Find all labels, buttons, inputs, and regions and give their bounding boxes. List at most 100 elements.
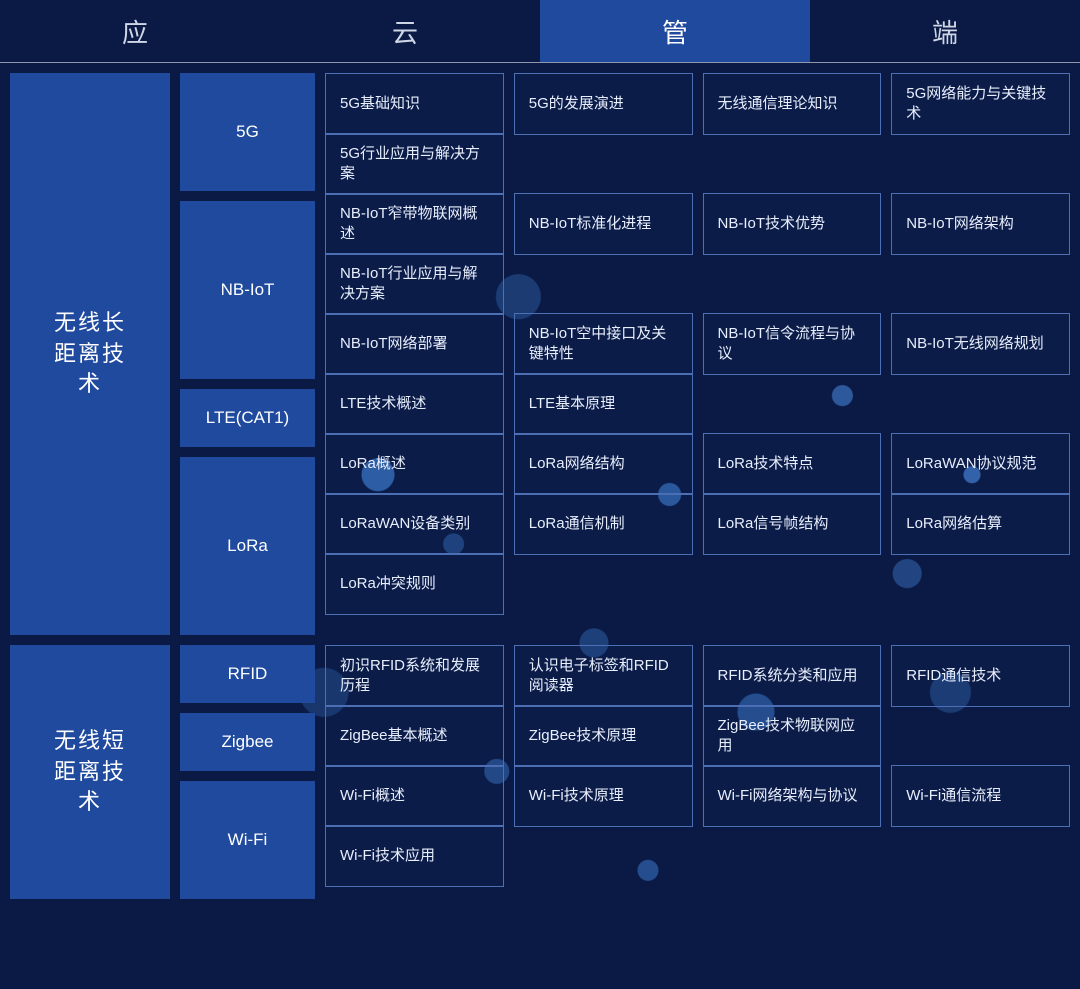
topic-item[interactable]: LoRa网络结构 <box>514 433 693 495</box>
tab-label: 应 <box>94 13 176 50</box>
topics-column: 5G基础知识 5G的发展演进 无线通信理论知识 5G网络能力与关键技术 5G行业应用与解… <box>325 73 1070 635</box>
topic-item[interactable]: NB-IoT网络部署 <box>325 313 504 375</box>
topic-item[interactable]: ZigBee基本概述 <box>325 705 504 767</box>
topic-item[interactable]: RFID系统分类和应用 <box>703 645 882 707</box>
subcategory-Wi-Fi[interactable]: Wi-Fi <box>180 781 315 899</box>
topic-label: LoRa信号帧结构 <box>718 514 829 534</box>
topic-label: Wi-Fi网络架构与协议 <box>718 786 858 806</box>
topic-item[interactable]: ZigBee技术物联网应用 <box>703 705 882 767</box>
topic-label: LoRa网络估算 <box>906 514 1002 534</box>
topic-item[interactable]: LoRaWAN协议规范 <box>891 433 1070 495</box>
topic-item[interactable]: NB-IoT标准化进程 <box>514 193 693 255</box>
topic-label: RFID通信技术 <box>906 666 1001 686</box>
topic-item[interactable]: Wi-Fi网络架构与协议 <box>703 765 882 827</box>
topic-item[interactable]: LoRa概述 <box>325 433 504 495</box>
topic-label: 初识RFID系统和发展历程 <box>340 656 489 697</box>
topic-row: 初识RFID系统和发展历程认识电子标签和RFID阅读器 RFID系统分类和应用 RF… <box>325 645 1070 695</box>
topic-item[interactable]: 5G行业应用与解决方案 <box>325 133 504 195</box>
topic-row: LoRa冲突规则 <box>325 553 1070 603</box>
tab-label: 端 <box>904 13 986 50</box>
subcategory-5G[interactable]: 5G <box>180 73 315 191</box>
topic-label: ZigBee技术物联网应用 <box>718 716 867 757</box>
topic-label: LoRa网络结构 <box>529 454 625 474</box>
topic-row: LoRaWAN设备类别 LoRa通信机制 LoRa信号帧结构 LoRa网络估算 <box>325 493 1070 543</box>
topic-item[interactable]: 5G网络能力与关键技术 <box>891 73 1070 135</box>
topic-label: 认识电子标签和RFID阅读器 <box>529 656 678 697</box>
topic-item[interactable]: NB-IoT行业应用与解决方案 <box>325 253 504 315</box>
topic-item[interactable]: LoRa技术特点 <box>703 433 882 495</box>
topic-item[interactable]: LoRa通信机制 <box>514 493 693 555</box>
subcategory-label: LTE(CAT1) <box>206 408 289 428</box>
topic-label: LoRa概述 <box>340 454 406 474</box>
topic-label: NB-IoT窄带物联网概述 <box>340 204 489 245</box>
topic-label: NB-IoT空中接口及关键特性 <box>529 324 678 365</box>
subcategory-label: Zigbee <box>222 732 274 752</box>
topic-item[interactable]: LoRa信号帧结构 <box>703 493 882 555</box>
tab-0[interactable]: 应 <box>0 0 270 62</box>
topic-item[interactable]: LTE基本原理 <box>514 373 693 435</box>
subcategory-RFID[interactable]: RFID <box>180 645 315 703</box>
subcategory-LoRa[interactable]: LoRa <box>180 457 315 635</box>
topic-item[interactable]: 无线通信理论知识 <box>703 73 882 135</box>
topic-label: LTE技术概述 <box>340 394 426 414</box>
topic-item[interactable]: NB-IoT网络架构 <box>891 193 1070 255</box>
subcategory-label: Wi-Fi <box>228 830 268 850</box>
topic-label: LoRa通信机制 <box>529 514 625 534</box>
topic-item[interactable]: LoRa网络估算 <box>891 493 1070 555</box>
topic-item[interactable]: Wi-Fi通信流程 <box>891 765 1070 827</box>
subcategory-Zigbee[interactable]: Zigbee <box>180 713 315 771</box>
topic-item[interactable]: 初识RFID系统和发展历程 <box>325 645 504 707</box>
topic-item[interactable]: LoRa冲突规则 <box>325 553 504 615</box>
topic-label: 5G基础知识 <box>340 94 420 114</box>
subcategory-column: RFID Zigbee Wi-Fi <box>180 645 315 899</box>
topic-label: ZigBee基本概述 <box>340 726 448 746</box>
topic-label: NB-IoT信令流程与协议 <box>718 324 867 365</box>
topic-item[interactable]: NB-IoT信令流程与协议 <box>703 313 882 375</box>
topic-item[interactable]: Wi-Fi技术应用 <box>325 825 504 887</box>
category-label: 无线短距离技术 <box>10 645 170 899</box>
topic-item[interactable]: 5G基础知识 <box>325 73 504 135</box>
subcategory-LTE(CAT1)[interactable]: LTE(CAT1) <box>180 389 315 447</box>
tab-3[interactable]: 端 <box>810 0 1080 62</box>
topic-item[interactable]: ZigBee技术原理 <box>514 705 693 767</box>
topic-item[interactable]: RFID通信技术 <box>891 645 1070 707</box>
topic-label: LTE基本原理 <box>529 394 615 414</box>
topic-item[interactable]: Wi-Fi技术原理 <box>514 765 693 827</box>
top-tabs: 应云管端 <box>0 0 1080 63</box>
topic-item[interactable]: 5G的发展演进 <box>514 73 693 135</box>
topic-label: 5G的发展演进 <box>529 94 624 114</box>
topic-item[interactable]: LTE技术概述 <box>325 373 504 435</box>
topic-label: 5G网络能力与关键技术 <box>906 84 1055 125</box>
tab-label: 管 <box>634 13 716 50</box>
topic-item[interactable]: LoRaWAN设备类别 <box>325 493 504 555</box>
topic-row: ZigBee基本概述 ZigBee技术原理 ZigBee技术物联网应用 <box>325 705 1070 755</box>
topic-item[interactable]: NB-IoT无线网络规划 <box>891 313 1070 375</box>
subcategory-label: NB-IoT <box>221 280 275 300</box>
topic-label: Wi-Fi概述 <box>340 786 405 806</box>
topic-label: 无线通信理论知识 <box>718 94 838 114</box>
topic-item[interactable]: Wi-Fi概述 <box>325 765 504 827</box>
subcategory-column: 5G NB-IoT LTE(CAT1) LoRa <box>180 73 315 635</box>
tab-2[interactable]: 管 <box>540 0 810 62</box>
topic-label: LoRa技术特点 <box>718 454 814 474</box>
topic-label: NB-IoT网络部署 <box>340 334 448 354</box>
section-1: 无线短距离技术 RFID Zigbee Wi-Fi 初识RFID系统和发展历程认识电子标… <box>10 645 1070 899</box>
topic-item[interactable]: NB-IoT空中接口及关键特性 <box>514 313 693 375</box>
tab-1[interactable]: 云 <box>270 0 540 62</box>
topic-label: RFID系统分类和应用 <box>718 666 858 686</box>
topic-item[interactable]: NB-IoT窄带物联网概述 <box>325 193 504 255</box>
subcategory-NB-IoT[interactable]: NB-IoT <box>180 201 315 379</box>
topic-label: 5G行业应用与解决方案 <box>340 144 489 185</box>
topic-label: Wi-Fi技术应用 <box>340 846 435 866</box>
topics-column: 初识RFID系统和发展历程认识电子标签和RFID阅读器 RFID系统分类和应用 RF… <box>325 645 1070 899</box>
topic-item[interactable]: 认识电子标签和RFID阅读器 <box>514 645 693 707</box>
topic-item[interactable]: NB-IoT技术优势 <box>703 193 882 255</box>
subcategory-label: 5G <box>236 122 259 142</box>
topic-label: Wi-Fi通信流程 <box>906 786 1001 806</box>
subcategory-label: RFID <box>228 664 268 684</box>
topic-row: Wi-Fi概述Wi-Fi技术原理Wi-Fi网络架构与协议Wi-Fi通信流程 <box>325 765 1070 815</box>
topic-row: 5G基础知识 5G的发展演进 无线通信理论知识 5G网络能力与关键技术 <box>325 73 1070 123</box>
topic-label: LoRa冲突规则 <box>340 574 436 594</box>
topic-label: ZigBee技术原理 <box>529 726 637 746</box>
topic-label: LoRaWAN设备类别 <box>340 514 470 534</box>
